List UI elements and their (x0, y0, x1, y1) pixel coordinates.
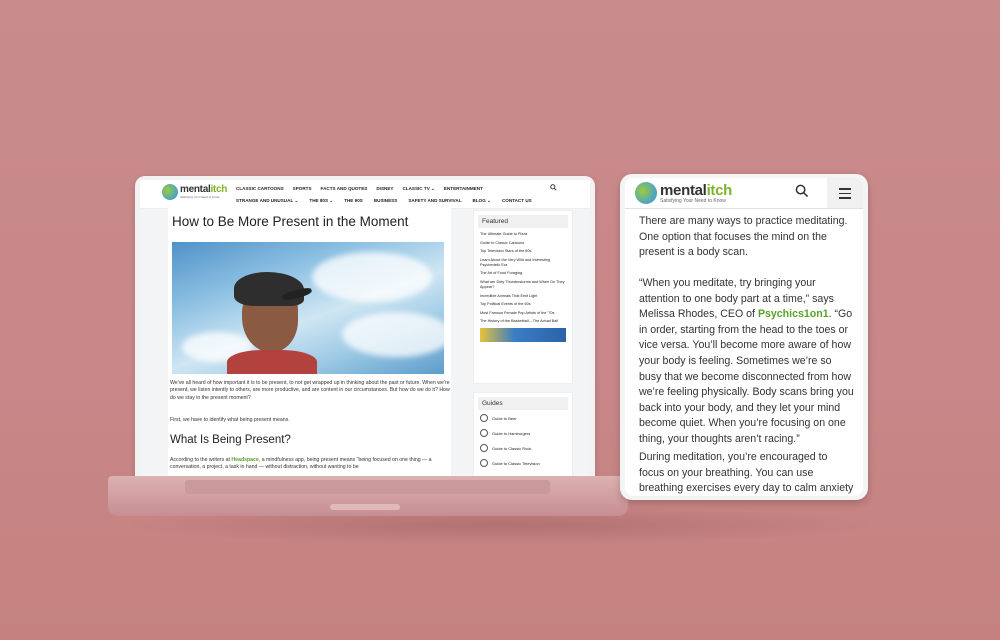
featured-item[interactable]: Learn About the Very Wild and Interestin… (480, 258, 566, 268)
guides-widget: Guides Guide to Beer Guide to Hamburgers… (473, 392, 573, 476)
featured-heading: Featured (478, 215, 568, 228)
phone-paragraph-2: “When you meditate, try bringing your at… (639, 276, 854, 448)
guide-label: Guide to Classic Television (492, 460, 540, 466)
nav-classic-cartoons[interactable]: CLASSIC CARTOONS (236, 186, 284, 192)
phone-header: mentalitch Satisfying Your Need to Know (625, 178, 863, 209)
nav-the-80s[interactable]: THE 80S ⌄ (309, 198, 333, 204)
television-icon (480, 459, 488, 467)
cap-shape (234, 272, 304, 306)
chevron-down-icon: ⌄ (431, 186, 435, 191)
search-icon[interactable] (795, 184, 809, 201)
guide-item[interactable]: Guide to Classic Television (480, 459, 566, 467)
chevron-down-icon: ⌄ (294, 198, 299, 203)
headspace-link[interactable]: Headspace (231, 457, 258, 463)
phone-site-logo[interactable]: mentalitch Satisfying Your Need to Know (635, 182, 732, 204)
logo-name-plain: mental (180, 184, 211, 195)
laptop-screen: mentalitch Satisfying Your Need to Know … (140, 180, 590, 476)
hamburger-menu-icon (839, 188, 851, 202)
laptop-trackpad (330, 504, 400, 510)
featured-item[interactable]: Top Television Stars of the 60s (480, 249, 566, 254)
nav-entertainment[interactable]: ENTERTAINMENT (444, 186, 483, 192)
nav-classic-tv-label: CLASSIC TV (402, 186, 430, 191)
guide-label: Guide to Beer (492, 415, 517, 421)
guide-label: Guide to Hamburgers (492, 430, 531, 436)
chevron-down-icon: ⌄ (329, 198, 334, 203)
brain-logo-icon (162, 184, 178, 200)
nav-safety-and-survival[interactable]: SAFETY AND SURVIVAL (408, 198, 461, 204)
guide-label: Guide to Classic Rock (492, 445, 532, 451)
article-paragraph-3: According to the writers at Headspace, a… (170, 457, 452, 472)
guitar-icon (480, 444, 488, 452)
logo-name-plain: mental (660, 181, 707, 199)
search-icon[interactable] (550, 184, 557, 193)
nav-blog[interactable]: BLOG ⌄ (473, 198, 491, 204)
nav-80s-label: THE 80S (309, 198, 329, 203)
nav-strange-and-unusual[interactable]: STRANGE AND UNUSUAL ⌄ (236, 198, 298, 204)
featured-item[interactable]: The Art of Food Foraging (480, 271, 566, 276)
para2-text-after: . “Go in order, starting from the head t… (639, 308, 854, 445)
featured-list: The Ultimate Guide to Pizza Guide to Cla… (474, 232, 572, 324)
chevron-down-icon: ⌄ (487, 198, 491, 203)
featured-item[interactable]: Guide to Classic Cartoons (480, 241, 566, 246)
featured-item[interactable]: Most Famous Female Pop Artists of the '7… (480, 311, 566, 316)
nav-strange-label: STRANGE AND UNUSUAL (236, 198, 294, 203)
featured-widget: Featured The Ultimate Guide to Pizza Gui… (473, 210, 573, 384)
article-paragraph-1: We’ve all heard of how important it is t… (170, 380, 450, 401)
nav-the-90s[interactable]: THE 90S (344, 198, 363, 204)
brain-logo-icon (635, 182, 657, 204)
guide-item[interactable]: Guide to Classic Rock (480, 444, 566, 452)
ad-banner[interactable] (480, 328, 566, 343)
nav-classic-tv[interactable]: CLASSIC TV ⌄ (402, 186, 434, 192)
featured-item[interactable]: The History of the Basketball – The Actu… (480, 319, 566, 324)
hero-image (172, 242, 444, 374)
featured-item[interactable]: Incredible Animals That Emit Light (480, 294, 566, 299)
nav-blog-label: BLOG (472, 198, 486, 203)
site-logo[interactable]: mentalitch Satisfying Your Need to Know (162, 184, 227, 200)
article-subheading: What Is Being Present? (170, 434, 291, 446)
guide-item[interactable]: Guide to Beer (480, 414, 566, 422)
nav-contact-us[interactable]: CONTACT US (502, 198, 532, 204)
logo-tagline: Satisfying Your Need to Know (660, 197, 726, 204)
article-title: How to Be More Present in the Moment (172, 214, 409, 229)
shirt-shape (227, 350, 317, 374)
nav-disney[interactable]: DISNEY (376, 186, 393, 192)
phone-screen: mentalitch Satisfying Your Need to Know … (625, 178, 863, 496)
guide-item[interactable]: Guide to Hamburgers (480, 429, 566, 437)
menu-button[interactable] (827, 178, 863, 208)
featured-item[interactable]: What are Dirty Thunderstorms and When Do… (480, 280, 566, 290)
featured-item[interactable]: Top Political Events of the 60s (480, 302, 566, 307)
para3-text-before: According to the writers at (170, 457, 232, 463)
article-paragraph-2: First, we have to identify what being pr… (170, 417, 290, 423)
logo-tagline: Satisfying Your Need to Know (180, 195, 220, 199)
logo-name-green: itch (210, 184, 228, 195)
primary-nav: CLASSIC CARTOONS SPORTS FACTS AND QUOTES… (236, 186, 483, 192)
site-header: mentalitch Satisfying Your Need to Know … (140, 180, 590, 209)
phone-paragraph-1: There are many ways to practice meditati… (639, 215, 848, 259)
nav-sports[interactable]: SPORTS (293, 186, 312, 192)
beer-icon (480, 414, 488, 422)
logo-name-green: itch (706, 181, 733, 199)
guides-heading: Guides (478, 397, 568, 410)
phone-paragraph-3: During meditation, you’re encouraged to … (639, 451, 854, 495)
laptop-keyboard-well (185, 480, 550, 494)
nav-facts-and-quotes[interactable]: FACTS AND QUOTES (321, 186, 368, 192)
nav-business[interactable]: BUSINESS (374, 198, 398, 204)
hamburger-icon (480, 429, 488, 437)
secondary-nav: STRANGE AND UNUSUAL ⌄ THE 80S ⌄ THE 90S … (236, 198, 532, 204)
psychics1on1-link[interactable]: Psychics1on1 (758, 308, 829, 320)
featured-item[interactable]: The Ultimate Guide to Pizza (480, 232, 566, 237)
